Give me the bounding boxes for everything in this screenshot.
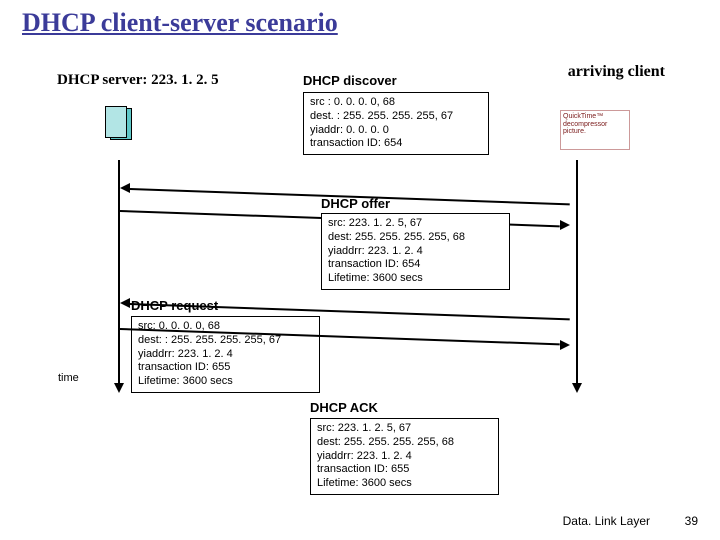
timeline-server-arrowhead <box>114 383 124 393</box>
arrow-request-head <box>120 298 130 308</box>
offer-title: DHCP offer <box>321 196 390 211</box>
arrow-ack-head <box>560 340 570 350</box>
timeline-server <box>118 160 120 385</box>
ack-title: DHCP ACK <box>310 400 378 415</box>
page-number: 39 <box>685 514 698 528</box>
time-axis-label: time <box>58 372 79 384</box>
footer-label: Data. Link Layer <box>563 514 650 528</box>
arrow-discover-head <box>120 183 130 193</box>
request-title: DHCP request <box>131 298 218 313</box>
request-box: src: 0. 0. 0. 0, 68 dest: : 255. 255. 25… <box>131 316 320 393</box>
client-icon: QuickTime™ decompressor picture. <box>560 110 630 150</box>
offer-box: src: 223. 1. 2. 5, 67 dest: 255. 255. 25… <box>321 213 510 290</box>
timeline-client-arrowhead <box>572 383 582 393</box>
arriving-client-label: arriving client <box>568 63 665 81</box>
discover-title: DHCP discover <box>303 73 397 88</box>
slide-title: DHCP client-server scenario <box>22 8 338 38</box>
ack-box: src: 223. 1. 2. 5, 67 dest: 255. 255. 25… <box>310 418 499 495</box>
server-icon <box>110 108 132 140</box>
arrow-offer-head <box>560 220 570 230</box>
discover-box: src : 0. 0. 0. 0, 68 dest. : 255. 255. 2… <box>303 92 489 155</box>
timeline-client <box>576 160 578 385</box>
dhcp-server-label: DHCP server: 223. 1. 2. 5 <box>57 72 219 89</box>
